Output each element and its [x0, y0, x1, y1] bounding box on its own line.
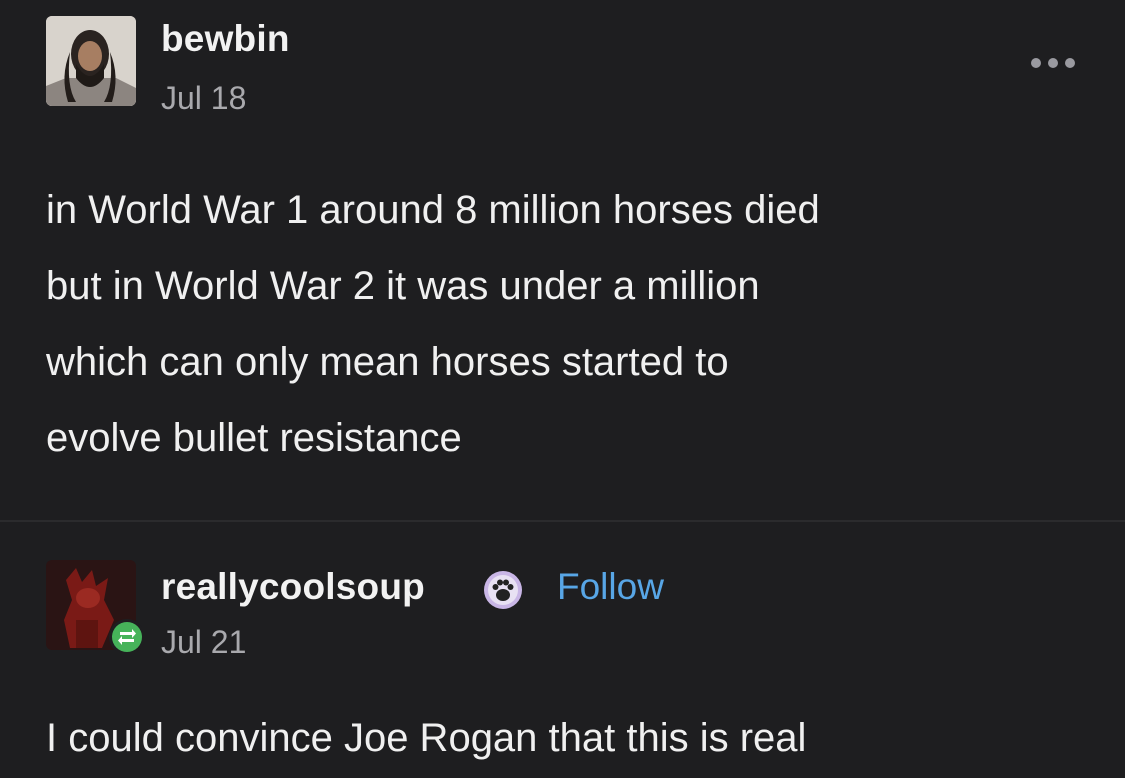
post-body-line: but in World War 2 it was under a millio… [46, 264, 760, 308]
post-body: I could convince Joe Rogan that this is … [46, 700, 1086, 776]
post-date[interactable]: Jul 18 [161, 80, 246, 117]
post-body-line: evolve bullet resistance [46, 416, 462, 460]
avatar-image [46, 16, 136, 106]
paw-badge-icon[interactable] [483, 570, 523, 610]
dot [1048, 58, 1058, 68]
post-bewbin: bewbin Jul 18 in World War 1 around 8 mi… [0, 0, 1125, 520]
tumblr-thread: bewbin Jul 18 in World War 1 around 8 mi… [0, 0, 1125, 778]
post-date[interactable]: Jul 21 [161, 624, 246, 661]
post-body: in World War 1 around 8 million horses d… [46, 172, 1086, 476]
username[interactable]: reallycoolsoup [161, 566, 425, 608]
dot [1031, 58, 1041, 68]
username[interactable]: bewbin [161, 18, 290, 60]
more-options-icon[interactable] [1031, 54, 1075, 72]
dot [1065, 58, 1075, 68]
post-body-line: in World War 1 around 8 million horses d… [46, 188, 820, 232]
reblog-icon [108, 618, 146, 656]
avatar[interactable] [46, 16, 136, 106]
post-body-line: which can only mean horses started to [46, 340, 729, 384]
post-body-line: I could convince Joe Rogan that this is … [46, 716, 807, 760]
follow-button[interactable]: Follow [557, 566, 664, 608]
post-reallycoolsoup: reallycoolsoup Follow Jul 21 I could con… [0, 520, 1125, 778]
